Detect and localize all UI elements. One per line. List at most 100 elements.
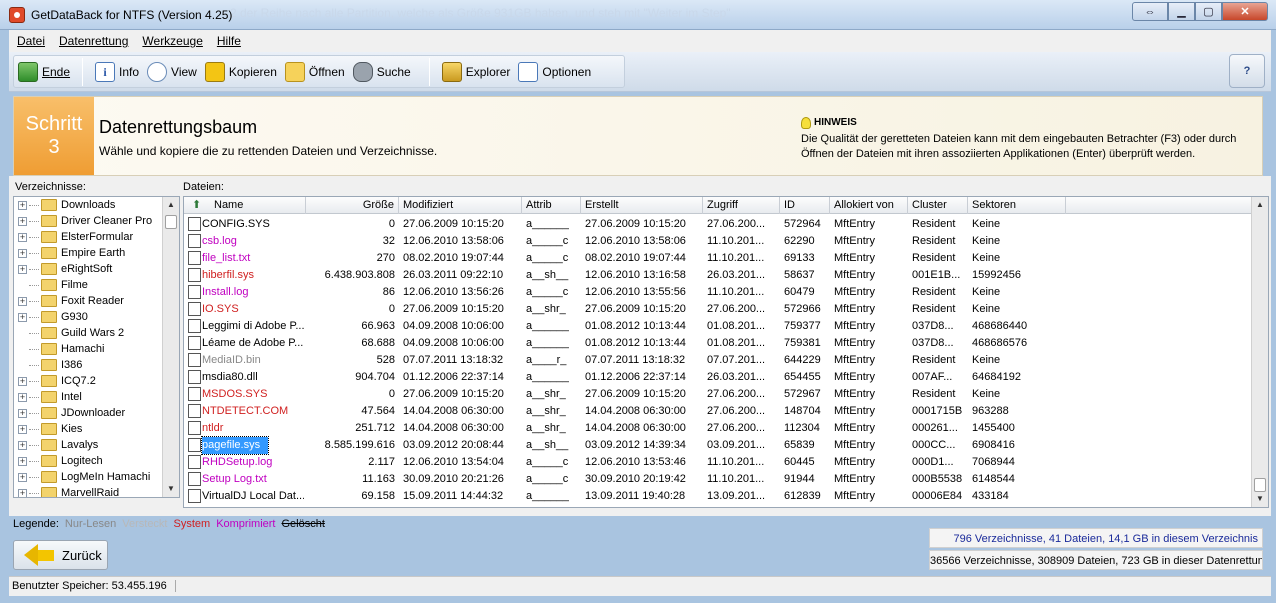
menu-hilfe[interactable]: Hilfe <box>217 34 241 48</box>
tree-scrollbar[interactable]: ▲ ▼ <box>162 197 179 497</box>
menu-datenrettung[interactable]: Datenrettung <box>59 34 128 48</box>
menu-werkzeuge[interactable]: Werkzeuge <box>142 34 202 48</box>
column-header[interactable]: Sektoren <box>968 197 1066 214</box>
expand-icon[interactable]: + <box>18 296 27 306</box>
tree-item[interactable]: + JDownloader <box>14 405 125 421</box>
file-row[interactable]: msdia80.dll 904.704 01.12.2006 22:37:14 a__… <box>184 369 1252 386</box>
expand-icon[interactable]: + <box>18 488 27 497</box>
file-cell: 27.06.200... <box>707 422 766 434</box>
minimize-button[interactable]: ▁ <box>1168 2 1195 21</box>
explorer-button[interactable]: Explorer <box>441 59 510 85</box>
file-row[interactable]: Install.log 86 12.06.2010 13:56:26 a_____c 1… <box>184 284 1252 301</box>
menu-datei[interactable]: Datei <box>17 34 45 48</box>
file-row[interactable]: Léame de Adobe P... 68.688 04.09.2008 10:0… <box>184 335 1252 352</box>
expand-icon[interactable]: + <box>18 248 27 258</box>
file-row[interactable]: RHDSetup.log 2.117 12.06.2010 13:54:04 a___… <box>184 454 1252 471</box>
info-button[interactable]: i Info <box>95 59 139 85</box>
tree-item[interactable]: + eRightSoft <box>14 261 112 277</box>
parent-dir-icon[interactable]: ⬆ <box>192 198 201 211</box>
scroll-down-icon[interactable]: ▼ <box>163 481 179 497</box>
expand-icon[interactable]: + <box>18 312 27 322</box>
tree-item[interactable]: + Intel <box>14 389 82 405</box>
tree-item[interactable]: + ICQ7.2 <box>14 373 96 389</box>
back-button[interactable]: Zurück <box>13 540 108 570</box>
scroll-up-icon[interactable]: ▲ <box>1252 197 1268 213</box>
folder-icon <box>41 215 57 227</box>
expand-icon[interactable]: + <box>18 408 27 418</box>
expand-icon[interactable]: + <box>18 472 27 482</box>
column-header[interactable]: Zugriff <box>703 197 780 214</box>
tree-item[interactable]: + Lavalys <box>14 437 98 453</box>
file-row[interactable]: Setup Log.txt 11.163 30.09.2010 20:21:26 a_… <box>184 471 1252 488</box>
options-button[interactable]: Optionen <box>518 59 591 85</box>
file-row[interactable]: ntldr 251.712 14.04.2008 06:30:00 a__shr_ 14… <box>184 420 1252 437</box>
scroll-up-icon[interactable]: ▲ <box>163 197 179 213</box>
expand-icon[interactable]: + <box>18 216 27 226</box>
copy-button[interactable]: Kopieren <box>204 59 277 85</box>
directory-tree[interactable]: ▲ ▼ + Downloads + Driver Cleaner Pro + Elster… <box>13 196 180 498</box>
file-list[interactable]: Name Größe Modifiziert Attrib Erstellt Zugrif… <box>183 196 1269 508</box>
column-header[interactable]: Allokiert von <box>830 197 908 214</box>
tree-connector <box>29 428 39 430</box>
tree-connector <box>29 332 39 334</box>
tree-item[interactable]: + Downloads <box>14 197 115 213</box>
tree-item[interactable]: Guild Wars 2 <box>14 325 124 341</box>
column-header[interactable]: ID <box>780 197 830 214</box>
tree-item[interactable]: + ElsterFormular <box>14 229 133 245</box>
tree-item[interactable]: + LogMeIn Hamachi <box>14 469 150 485</box>
expand-icon[interactable]: + <box>18 440 27 450</box>
file-row[interactable]: CONFIG.SYS 0 27.06.2009 10:15:20 a______ 27.… <box>184 216 1252 233</box>
file-row[interactable]: NTDETECT.COM 47.564 14.04.2008 06:30:00 a__… <box>184 403 1252 420</box>
file-list-scrollbar[interactable]: ▲ ▼ <box>1251 197 1268 507</box>
expand-icon[interactable]: + <box>18 392 27 402</box>
tree-item-label: Foxit Reader <box>61 295 124 307</box>
file-row[interactable]: file_list.txt 270 08.02.2010 19:07:44 a____… <box>184 250 1252 267</box>
tree-item[interactable]: + Foxit Reader <box>14 293 124 309</box>
file-row[interactable]: pagefile.sys 8.585.199.616 03.09.2012 20:0… <box>184 436 1252 455</box>
file-icon <box>188 386 203 403</box>
expand-icon[interactable]: + <box>18 376 27 386</box>
file-row[interactable]: hiberfil.sys 6.438.903.808 26.03.2011 09:2… <box>184 267 1252 284</box>
app-icon[interactable] <box>9 7 25 23</box>
tree-item[interactable]: + G930 <box>14 309 88 325</box>
scroll-thumb[interactable] <box>165 215 177 229</box>
column-header[interactable]: Attrib <box>522 197 581 214</box>
open-button[interactable]: Öffnen <box>284 59 345 85</box>
help-button[interactable]: ? <box>1229 54 1265 88</box>
tree-item[interactable]: + Kies <box>14 421 82 437</box>
tree-item[interactable]: Hamachi <box>14 341 104 357</box>
column-header[interactable]: Erstellt <box>581 197 703 214</box>
tree-item[interactable]: + MarvellRaid <box>14 485 119 497</box>
file-row[interactable]: csb.log 32 12.06.2010 13:58:06 a_____c 12.06… <box>184 233 1252 250</box>
exit-button[interactable]: Ende <box>18 59 70 85</box>
tree-item[interactable]: Filme <box>14 277 88 293</box>
file-row[interactable]: MSDOS.SYS 0 27.06.2009 10:15:20 a__shr_ 27.0… <box>184 386 1252 403</box>
close-button[interactable]: ✕ <box>1222 2 1268 21</box>
toolbar-separator <box>428 57 430 86</box>
scroll-thumb[interactable] <box>1254 478 1266 492</box>
view-button[interactable]: View <box>147 59 197 85</box>
column-header[interactable]: Cluster <box>908 197 968 214</box>
file-row[interactable]: IO.SYS 0 27.06.2009 10:15:20 a__shr_ 27.06.2… <box>184 301 1252 318</box>
expand-icon[interactable]: + <box>18 200 27 210</box>
folder-icon <box>41 311 57 323</box>
maximize-button[interactable]: ▢ <box>1195 2 1222 21</box>
column-header[interactable]: Modifiziert <box>399 197 522 214</box>
search-button[interactable]: Suche <box>352 59 411 85</box>
expand-icon[interactable]: + <box>18 424 27 434</box>
tree-item[interactable]: + Logitech <box>14 453 103 469</box>
tree-item[interactable]: I386 <box>14 357 82 373</box>
scroll-down-icon[interactable]: ▼ <box>1252 491 1268 507</box>
file-cell: MftEntry <box>834 371 875 383</box>
file-row[interactable]: Leggimi di Adobe P... 66.963 04.09.2008 10… <box>184 318 1252 335</box>
expand-icon[interactable]: + <box>18 264 27 274</box>
tree-item[interactable]: + Driver Cleaner Pro <box>14 213 152 229</box>
file-row[interactable]: VirtualDJ Local Dat... 69.158 15.09.2011 1… <box>184 488 1252 505</box>
expand-icon[interactable]: + <box>18 232 27 242</box>
column-header[interactable]: Größe <box>306 197 399 214</box>
file-row[interactable]: MediaID.bin 528 07.07.2011 13:18:32 a____r_… <box>184 352 1252 369</box>
column-header[interactable]: Name <box>184 197 306 214</box>
expand-icon[interactable]: + <box>18 456 27 466</box>
restore-down-button[interactable]: ⇔ <box>1132 2 1168 21</box>
tree-item[interactable]: + Empire Earth <box>14 245 125 261</box>
